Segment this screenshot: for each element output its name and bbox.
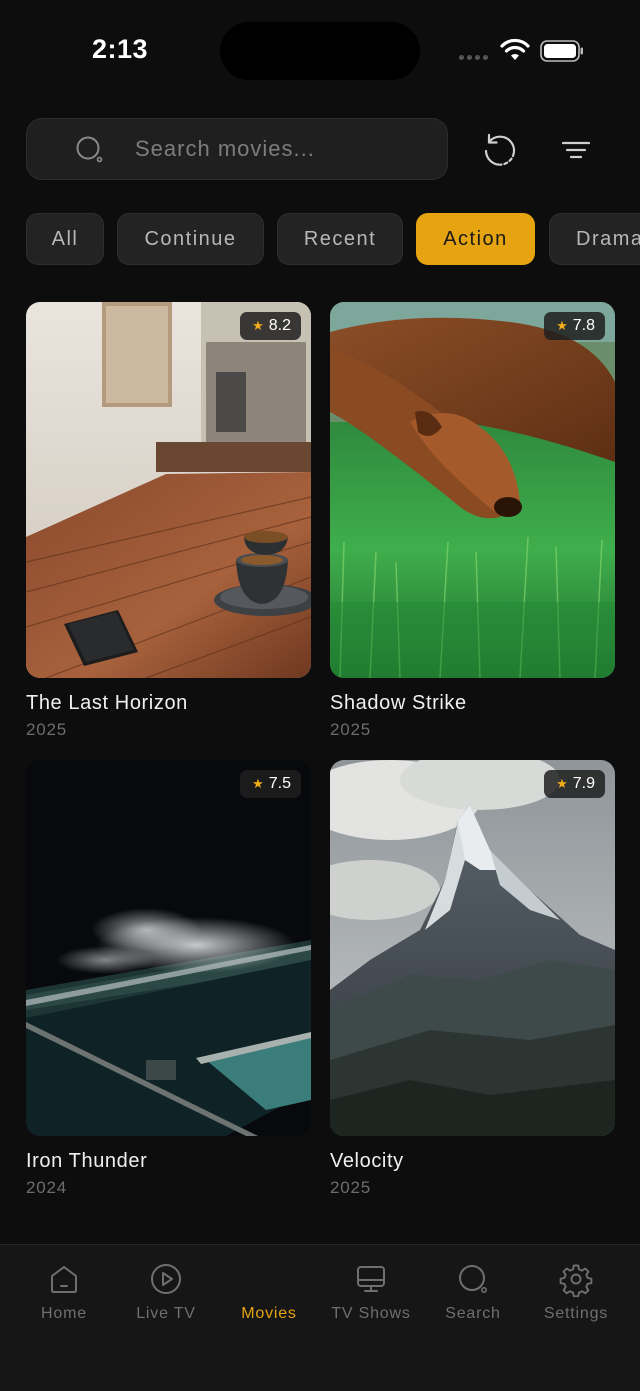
search-icon xyxy=(459,1265,487,1293)
movie-year: 2024 xyxy=(26,1178,68,1197)
movie-poster[interactable] xyxy=(26,302,311,678)
movie-card[interactable]: ★ 7.5 Iron Thunder 2024 xyxy=(26,760,311,1200)
refresh-icon[interactable] xyxy=(480,130,520,170)
nav-item-search[interactable]: Search xyxy=(423,1261,523,1323)
rating-value: 8.2 xyxy=(268,317,291,334)
movie-year: 2025 xyxy=(330,1178,372,1197)
search-icon xyxy=(76,136,103,163)
movie-poster[interactable] xyxy=(26,760,311,1136)
movie-year: 2025 xyxy=(26,720,68,739)
rating-value: 7.5 xyxy=(268,775,291,792)
search-input[interactable] xyxy=(135,119,435,179)
nav-label: Live TV xyxy=(136,1305,196,1322)
movie-year: 2025 xyxy=(330,720,372,739)
monitor-icon xyxy=(357,1266,385,1292)
category-chips: All Continue Recent Action Drama xyxy=(26,213,640,265)
status-bar: 2:13 xyxy=(0,0,640,100)
status-time: 2:13 xyxy=(92,34,149,64)
nav-item-live-tv[interactable]: Live TV xyxy=(116,1261,216,1323)
nav-label: Movies xyxy=(241,1305,297,1322)
chip-all[interactable]: All xyxy=(26,213,104,265)
rating-badge: ★ 7.5 xyxy=(240,770,301,798)
movie-title: Iron Thunder xyxy=(26,1150,148,1172)
home-icon xyxy=(51,1266,77,1293)
rating-badge: ★ 8.2 xyxy=(240,312,301,340)
movies-nav-spacer xyxy=(251,1261,287,1297)
battery-icon xyxy=(540,40,583,62)
movie-card[interactable]: ★ 7.9 Velocity 2025 xyxy=(330,760,615,1200)
filter-icon[interactable] xyxy=(558,132,594,168)
movie-title: Shadow Strike xyxy=(330,692,467,714)
nav-item-tv-shows[interactable]: TV Shows xyxy=(321,1261,421,1323)
cellular-signal-icon xyxy=(459,55,488,60)
gear-icon xyxy=(559,1264,593,1297)
bottom-navigation: Home Live TV Movies TV Shows Search Sett… xyxy=(0,1244,640,1391)
wifi-icon xyxy=(500,38,530,60)
star-icon: ★ xyxy=(556,776,568,791)
dynamic-island xyxy=(220,22,420,80)
movie-poster[interactable] xyxy=(330,302,615,678)
movie-title: Velocity xyxy=(330,1150,404,1172)
nav-label: TV Shows xyxy=(331,1305,411,1322)
rating-badge: ★ 7.9 xyxy=(544,770,605,798)
star-icon: ★ xyxy=(252,776,264,791)
chip-drama[interactable]: Drama xyxy=(549,213,640,265)
movie-poster[interactable] xyxy=(330,760,615,1136)
chip-action[interactable]: Action xyxy=(416,213,535,265)
nav-item-home[interactable]: Home xyxy=(14,1261,114,1323)
nav-item-settings[interactable]: Settings xyxy=(526,1261,626,1323)
nav-item-movies[interactable]: Movies xyxy=(219,1261,319,1323)
movie-title: The Last Horizon xyxy=(26,692,188,714)
search-bar[interactable] xyxy=(26,118,448,180)
movie-card[interactable]: ★ 7.8 Shadow Strike 2025 xyxy=(330,302,615,742)
nav-label: Settings xyxy=(543,1305,609,1322)
nav-label: Search xyxy=(445,1305,501,1322)
rating-badge: ★ 7.8 xyxy=(544,312,605,340)
movie-card[interactable]: ★ 8.2 The Last Horizon 2025 xyxy=(26,302,311,742)
rating-value: 7.9 xyxy=(572,775,595,792)
star-icon: ★ xyxy=(556,318,568,333)
play-circle-icon xyxy=(151,1264,181,1294)
star-icon: ★ xyxy=(252,318,264,333)
chip-recent[interactable]: Recent xyxy=(277,213,403,265)
chip-continue[interactable]: Continue xyxy=(117,213,264,265)
rating-value: 7.8 xyxy=(572,317,595,334)
nav-label: Home xyxy=(41,1305,87,1322)
